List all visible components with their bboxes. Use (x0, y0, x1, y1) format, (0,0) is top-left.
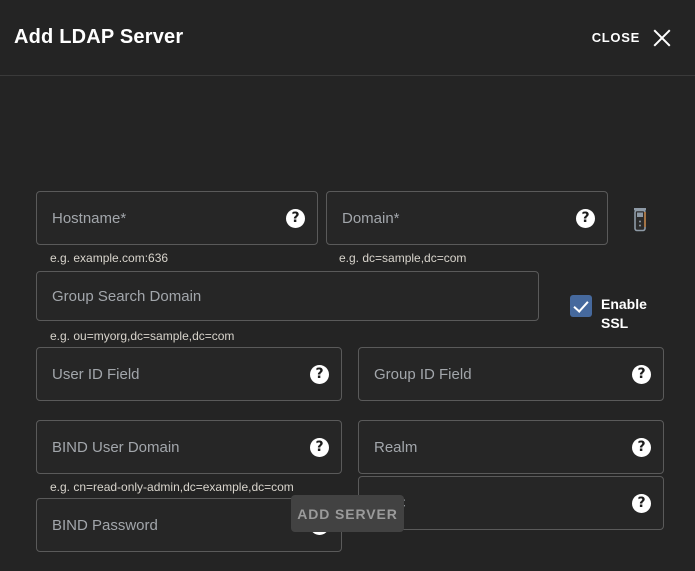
realm-input[interactable]: Realm ? (358, 420, 664, 474)
domain-placeholder: Domain* (342, 210, 576, 227)
realm-help-icon[interactable]: ? (632, 438, 651, 457)
domain-input[interactable]: Domain* ? (326, 191, 608, 245)
hostname-hint: e.g. example.com:636 (50, 251, 168, 265)
enable-ssl-label: Enable SSL (601, 295, 657, 333)
close-x-icon[interactable] (651, 27, 673, 49)
close-button-label: CLOSE (592, 30, 640, 45)
bind-user-domain-placeholder: BIND User Domain (52, 439, 310, 456)
hostname-input[interactable]: Hostname* ? (36, 191, 318, 245)
test-tube-icon[interactable] (630, 206, 650, 234)
user-id-field-help-icon[interactable]: ? (310, 365, 329, 384)
group-search-domain-hint: e.g. ou=myorg,dc=sample,dc=com (50, 329, 234, 343)
hostname-help-icon[interactable]: ? (286, 209, 305, 228)
group-search-domain-input[interactable]: Group Search Domain (36, 271, 539, 321)
user-id-field-placeholder: User ID Field (52, 366, 310, 383)
group-id-field-placeholder: Group ID Field (374, 366, 632, 383)
group-search-domain-placeholder: Group Search Domain (52, 288, 526, 305)
group-id-field-input[interactable]: Group ID Field ? (358, 347, 664, 401)
realm-placeholder: Realm (374, 439, 632, 456)
submit-row: ADD SERVER (0, 495, 695, 532)
close-button[interactable]: CLOSE (592, 27, 673, 49)
dialog-header: Add LDAP Server CLOSE (0, 0, 695, 76)
domain-help-icon[interactable]: ? (576, 209, 595, 228)
dialog-body: Hostname* ? e.g. example.com:636 Domain*… (0, 76, 695, 571)
group-id-field-help-icon[interactable]: ? (632, 365, 651, 384)
bind-user-domain-input[interactable]: BIND User Domain ? (36, 420, 342, 474)
enable-ssl-checkbox[interactable] (570, 295, 592, 317)
page-title: Add LDAP Server (14, 26, 183, 49)
user-id-field-input[interactable]: User ID Field ? (36, 347, 342, 401)
bind-user-domain-hint: e.g. cn=read-only-admin,dc=example,dc=co… (50, 480, 294, 494)
bind-user-domain-help-icon[interactable]: ? (310, 438, 329, 457)
enable-ssl-toggle[interactable]: Enable SSL (570, 295, 657, 333)
hostname-placeholder: Hostname* (52, 210, 286, 227)
domain-hint: e.g. dc=sample,dc=com (339, 251, 466, 265)
add-server-button[interactable]: ADD SERVER (291, 495, 404, 532)
